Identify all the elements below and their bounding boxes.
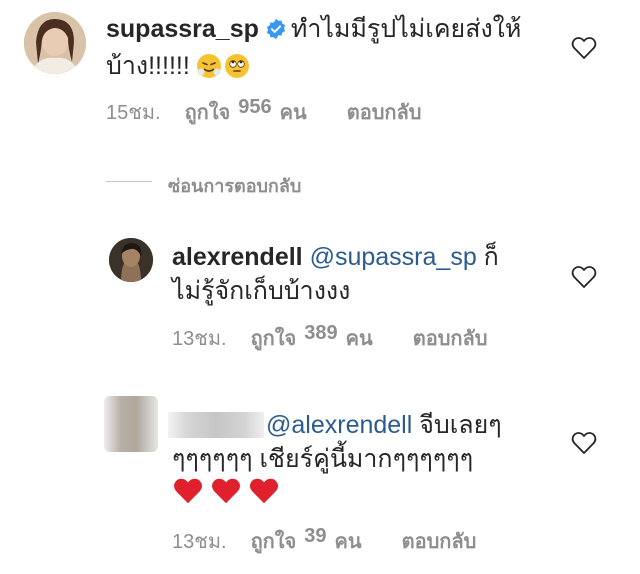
comment-line-2: บ้าง!!!!!! <box>106 52 190 80</box>
blurred-avatar[interactable] <box>104 396 158 452</box>
red-heart-icon <box>172 476 204 515</box>
timestamp: 13ชม. <box>172 531 227 553</box>
reply-line-2: ๆๆๆๆๆๆ เชียร์คู่นี้มากๆๆๆๆๆๆ <box>172 445 474 473</box>
likes-count-button[interactable]: ถูกใจ 956 คน <box>185 96 307 128</box>
replies-divider <box>106 181 152 182</box>
reply-alexrendell-meta: 13ชม. ถูกใจ 389 คน ตอบกลับ <box>172 322 487 354</box>
like-heart-icon[interactable] <box>571 431 597 455</box>
mention-link[interactable]: @alexrendell <box>266 411 412 439</box>
likes-unit: คน <box>334 531 362 553</box>
avatar-alexrendell[interactable] <box>109 238 153 282</box>
comment-supassra-meta: 15ชม. ถูกใจ 956 คน ตอบกลับ <box>106 96 421 128</box>
reply-line-2: ไม่รู้จักเก็บบ้างงง <box>172 277 351 305</box>
likes-label: ถูกใจ <box>184 102 231 124</box>
likes-count-button[interactable]: ถูกใจ 389 คน <box>251 322 373 354</box>
comment-supassra-text: supassra_sp ทำไมมีรูปไม่เคยส่งให้ บ้าง!!!… <box>106 12 546 83</box>
likes-number: 389 <box>304 322 338 344</box>
timestamp: 15ชม. <box>106 102 161 124</box>
reply-text-inline: จีบเลยๆ <box>412 411 502 439</box>
reply-blurred-text: @alexrendell จีบเลยๆ ๆๆๆๆๆๆ เชียร์คู่นี้… <box>172 408 552 515</box>
avatar-supassra[interactable] <box>24 12 86 74</box>
likes-label: ถูกใจ <box>250 531 297 553</box>
face-with-steam-icon <box>196 54 221 78</box>
reply-button[interactable]: ตอบกลับ <box>413 322 488 354</box>
likes-unit: คน <box>345 328 373 350</box>
like-heart-icon[interactable] <box>571 265 597 289</box>
timestamp: 13ชม. <box>172 328 227 350</box>
likes-number: 956 <box>238 96 272 118</box>
username-supassra[interactable]: supassra_sp <box>106 15 259 43</box>
mention-link[interactable]: @supassra_sp <box>310 243 477 271</box>
likes-label: ถูกใจ <box>250 328 297 350</box>
like-heart-icon[interactable] <box>571 36 597 60</box>
red-heart-icon <box>210 476 242 515</box>
username-alexrendell[interactable]: alexrendell <box>172 243 303 271</box>
reply-alexrendell-text: alexrendell @supassra_sp ก็ ไม่รู้จักเก็… <box>172 240 542 308</box>
reply-text-inline: ก็ <box>476 243 499 271</box>
red-heart-icon <box>248 476 280 515</box>
rolling-eyes-icon <box>224 54 249 78</box>
likes-count-button[interactable]: ถูกใจ 39 คน <box>251 525 362 557</box>
comment-line-1: ทำไมมีรูปไม่เคยส่งให้ <box>290 15 522 43</box>
hide-replies-button[interactable]: ซ่อนการตอบกลับ <box>168 171 301 200</box>
reply-button[interactable]: ตอบกลับ <box>402 525 477 557</box>
reply-button[interactable]: ตอบกลับ <box>347 96 422 128</box>
likes-unit: คน <box>279 102 307 124</box>
likes-number: 39 <box>304 525 327 547</box>
verified-badge-icon <box>265 15 287 49</box>
reply-blurred-meta: 13ชม. ถูกใจ 39 คน ตอบกลับ <box>172 525 476 557</box>
